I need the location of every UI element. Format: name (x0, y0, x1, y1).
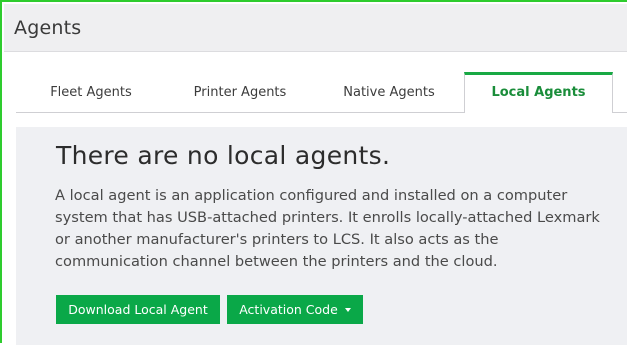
tab-fleet-agents[interactable]: Fleet Agents (16, 73, 166, 113)
page-header: Agents (4, 4, 627, 52)
empty-state-description: A local agent is an application configur… (55, 187, 600, 270)
page-title: Agents (14, 17, 82, 39)
activation-code-label: Activation Code (239, 302, 338, 317)
download-local-agent-button[interactable]: Download Local Agent (56, 295, 220, 324)
tab-local-agents[interactable]: Local Agents (464, 72, 613, 113)
tab-native-agents[interactable]: Native Agents (314, 73, 464, 113)
download-local-agent-label: Download Local Agent (68, 302, 208, 317)
window-frame: Agents Fleet Agents Printer Agents Nativ… (0, 0, 627, 345)
agent-tabs: Fleet Agents Printer Agents Native Agent… (16, 72, 627, 113)
tab-printer-agents[interactable]: Printer Agents (166, 73, 314, 113)
caret-down-icon (344, 307, 351, 312)
activation-code-button[interactable]: Activation Code (227, 295, 363, 324)
empty-state-title: There are no local agents. (56, 141, 391, 170)
empty-state-panel: There are no local agents. A local agent… (16, 127, 627, 345)
